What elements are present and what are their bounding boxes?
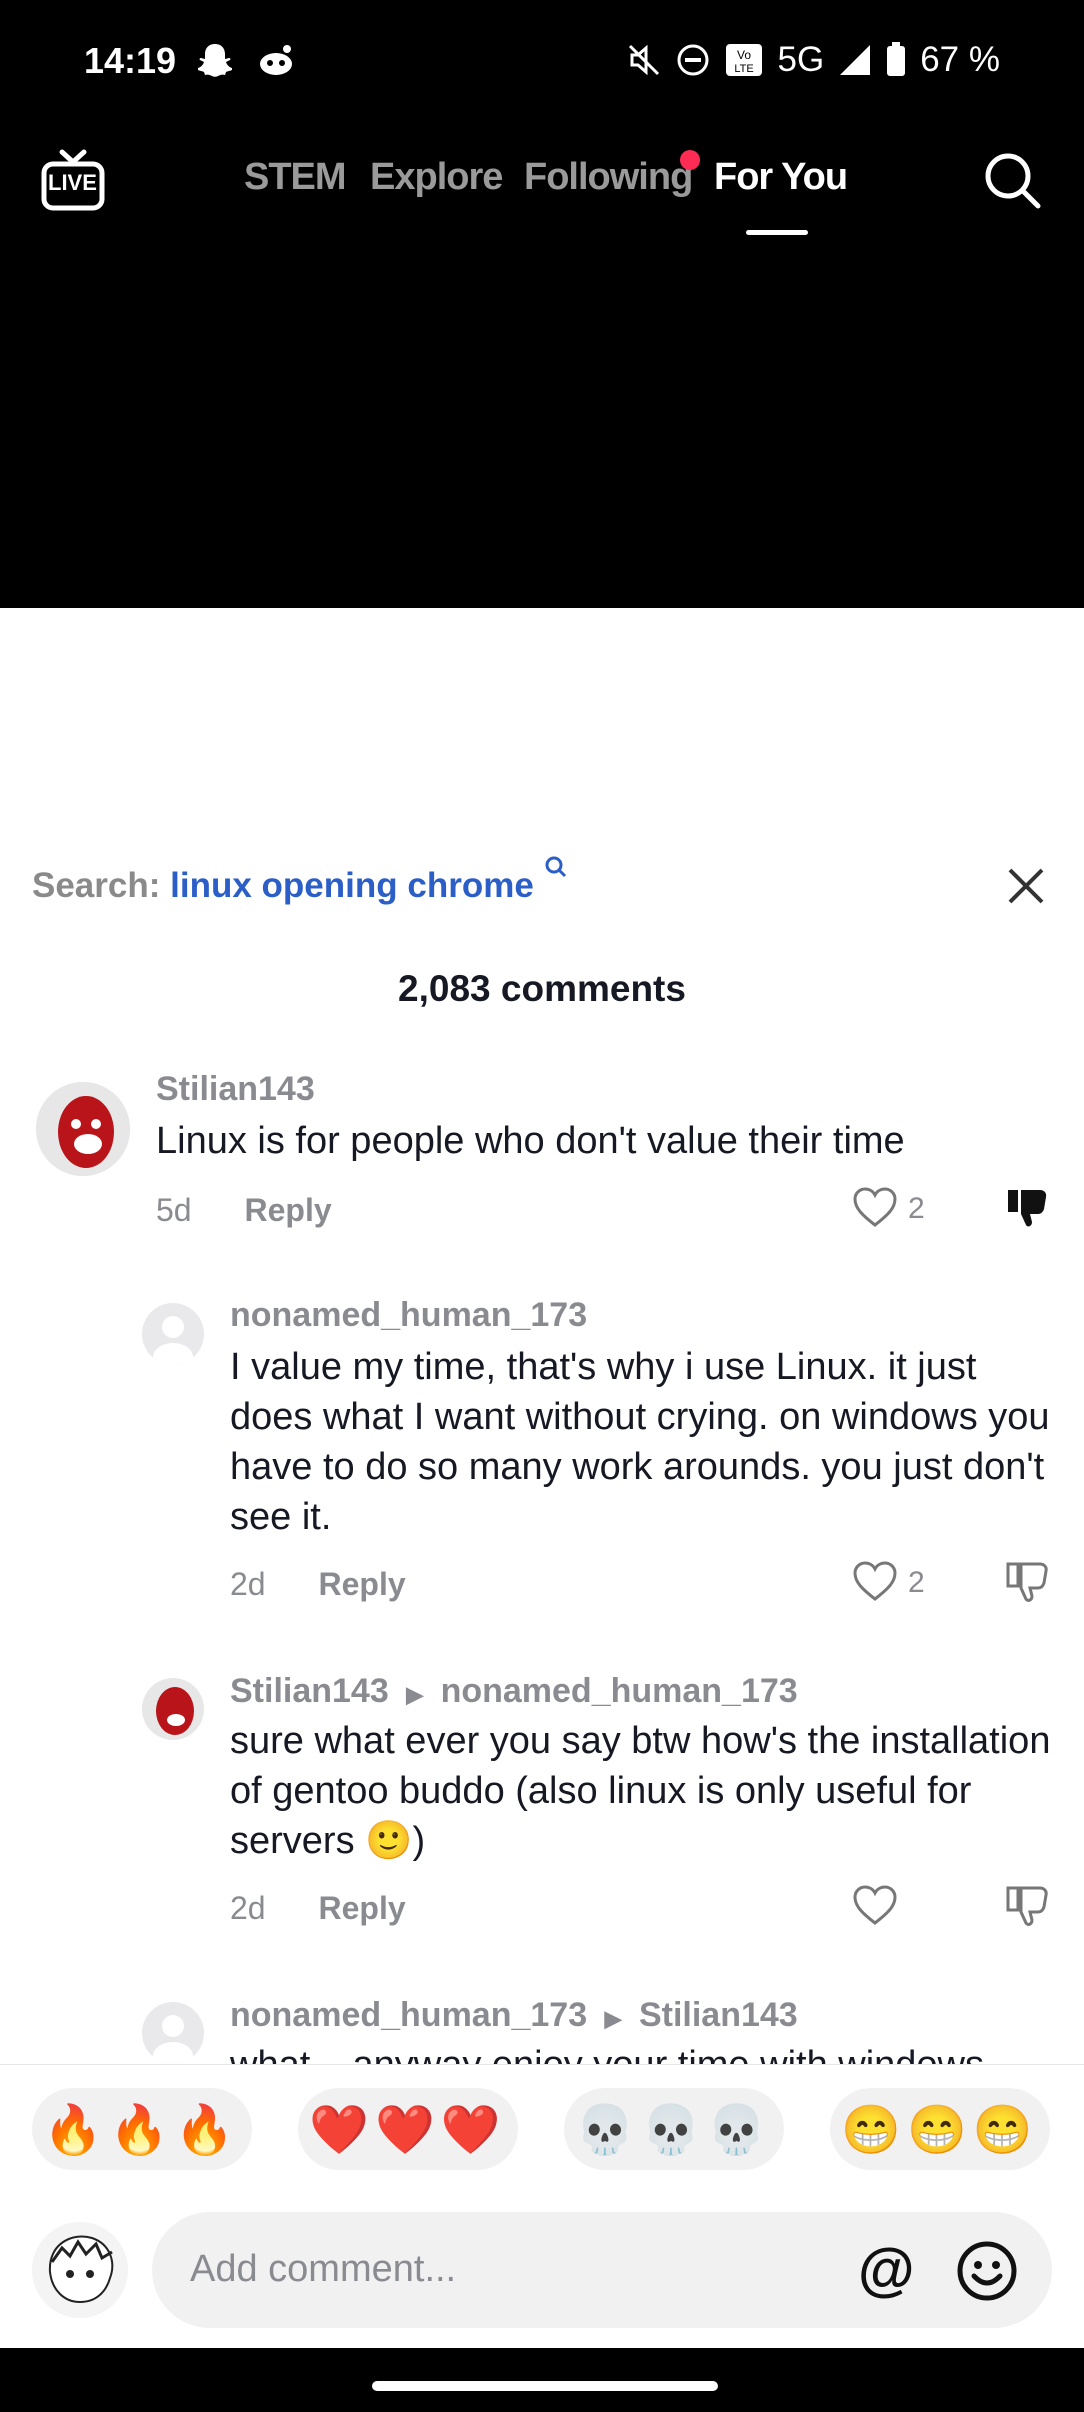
status-icons: Vo LTE 5G 67 % — [626, 40, 1000, 80]
comment-username[interactable]: Stilian143 — [156, 1070, 315, 1109]
dislike-button[interactable] — [1004, 1558, 1050, 1609]
avatar[interactable] — [36, 1082, 130, 1176]
emoji-button[interactable] — [956, 2240, 1018, 2307]
dislike-button[interactable] — [1004, 1882, 1050, 1933]
comment-text: sure what ever you say btw how's the ins… — [230, 1720, 1051, 1862]
svg-text:LTE: LTE — [734, 63, 753, 75]
comment-meta: 5d Reply — [156, 1192, 332, 1229]
signal-icon — [840, 45, 871, 75]
volte-icon: VoLTE — [725, 44, 762, 76]
comment-text: Linux is for people who don't value thei… — [156, 1120, 905, 1162]
thumbs-down-filled-icon — [1008, 1190, 1047, 1227]
dnd-icon — [677, 44, 709, 76]
like-button[interactable] — [852, 1560, 898, 1607]
like-button[interactable] — [852, 1884, 898, 1931]
comment-username[interactable]: nonamed_human_173 — [230, 1296, 587, 1335]
quick-reaction-grins[interactable]: 😁😁😁 — [830, 2088, 1050, 2170]
comments-count: 2,083 comments — [398, 968, 686, 1009]
tab-following[interactable]: Following — [524, 156, 693, 199]
comment-username-row: Stilian143 ▶ nonamed_human_173 — [230, 1672, 798, 1711]
like-count: 2 — [908, 1566, 925, 1599]
reply-button[interactable]: Reply — [244, 1192, 331, 1228]
comment-username-row: nonamed_human_173 ▶ Stilian143 — [230, 1996, 798, 2035]
reply-arrow-icon: ▶ — [604, 2006, 622, 2031]
system-nav-bar — [0, 2348, 1084, 2412]
comment-text: I value my time, that's why i use Linux.… — [230, 1346, 1050, 1538]
tab-stem[interactable]: STEM — [244, 156, 347, 199]
user-avatar[interactable] — [32, 2222, 128, 2318]
mention-button[interactable]: @ — [858, 2236, 915, 2303]
close-icon[interactable] — [1006, 866, 1046, 911]
thumbs-down-icon — [1006, 1562, 1048, 1602]
search-label: Search: — [32, 866, 161, 905]
dislike-button[interactable] — [1004, 1184, 1050, 1235]
comment-username[interactable]: nonamed_human_173 — [230, 1996, 587, 2034]
emoji-icon — [957, 2241, 1017, 2301]
tab-explore[interactable]: Explore — [370, 156, 503, 199]
mute-icon — [628, 44, 659, 76]
comment-meta: 2d Reply — [230, 1890, 406, 1927]
live-button[interactable]: LIVE — [40, 148, 106, 217]
comment-age: 2d — [230, 1890, 266, 1926]
active-tab-indicator — [746, 230, 808, 235]
home-gesture-handle[interactable] — [372, 2381, 718, 2391]
comment-username[interactable]: Stilian143 — [230, 1672, 389, 1710]
heart-icon — [853, 1561, 897, 1601]
avatar[interactable] — [142, 1678, 204, 1740]
search-suggestion[interactable]: Search: linux opening chrome — [32, 856, 568, 906]
svg-text:Vo: Vo — [737, 48, 751, 62]
quick-reaction-fire[interactable]: 🔥🔥🔥 — [32, 2088, 252, 2170]
video-area[interactable] — [0, 0, 1084, 608]
quick-reaction-skulls[interactable]: 💀💀💀 — [564, 2088, 784, 2170]
reply-to-username[interactable]: Stilian143 — [639, 1996, 798, 2034]
notification-dot — [680, 150, 700, 170]
comment-meta: 2d Reply — [230, 1566, 406, 1603]
avatar[interactable] — [142, 1303, 204, 1365]
reply-to-username[interactable]: nonamed_human_173 — [441, 1672, 798, 1710]
network-label: 5G — [777, 40, 825, 79]
search-query-icon — [545, 856, 566, 878]
battery-percent: 67 % — [920, 40, 1000, 79]
avatar[interactable] — [142, 2002, 204, 2064]
status-time: 14:19 — [84, 40, 177, 81]
snapchat-icon — [196, 42, 234, 83]
comment-placeholder: Add comment... — [190, 2248, 457, 2290]
reply-button[interactable]: Reply — [318, 1890, 405, 1926]
thumbs-down-icon — [1006, 1886, 1048, 1926]
like-count: 2 — [908, 1192, 925, 1225]
search-icon[interactable] — [982, 150, 1042, 215]
heart-icon — [853, 1187, 897, 1227]
heart-icon — [853, 1885, 897, 1925]
reddit-icon — [256, 44, 296, 81]
battery-icon — [887, 42, 906, 76]
quick-reaction-hearts[interactable]: ❤️❤️❤️ — [298, 2088, 518, 2170]
live-label: LIVE — [48, 170, 97, 195]
reply-arrow-icon: ▶ — [406, 1682, 424, 1707]
search-query[interactable]: linux opening chrome — [170, 866, 534, 905]
comment-age: 2d — [230, 1566, 266, 1602]
like-button[interactable] — [852, 1186, 898, 1233]
reply-button[interactable]: Reply — [318, 1566, 405, 1602]
comment-age: 5d — [156, 1192, 192, 1228]
tab-for-you[interactable]: For You — [714, 156, 848, 199]
